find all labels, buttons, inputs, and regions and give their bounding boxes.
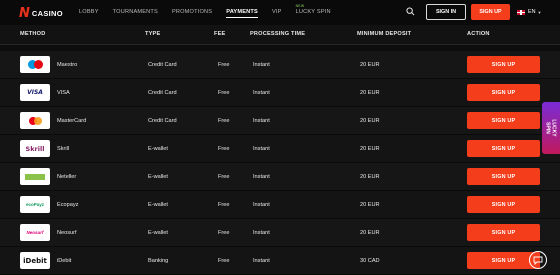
chat-icon — [533, 256, 543, 265]
nav-lucky-spin-label: LUCKY SPIN — [295, 9, 331, 15]
logo-text: CASINO — [31, 9, 63, 18]
promo-label: LUCKY SPIN — [544, 119, 557, 137]
method-type: E-wallet — [148, 174, 168, 180]
maestro-logo — [20, 56, 50, 73]
processing-time: Instant — [253, 62, 270, 68]
language-label: EN — [528, 9, 536, 15]
nav-lucky-spin[interactable]: NEW LUCKY SPIN — [295, 4, 331, 15]
table-row: Neosurf Neosurf E-wallet Free Instant 20… — [0, 219, 560, 247]
uk-flag-icon — [517, 9, 525, 15]
processing-time: Instant — [253, 118, 270, 124]
nav-tournaments[interactable]: TOURNAMENTS — [113, 9, 158, 15]
table-row: Maestro Credit Card Free Instant 20 EUR … — [0, 51, 560, 79]
method-type: E-wallet — [148, 202, 168, 208]
table-row: ecoPayz Ecopayz E-wallet Free Instant 20… — [0, 191, 560, 219]
table-row: iDebit iDebit Banking Free Instant 30 CA… — [0, 247, 560, 275]
processing-time: Instant — [253, 202, 270, 208]
row-sign-up-button[interactable]: SIGN UP — [467, 196, 540, 213]
table-row: VISA VISA Credit Card Free Instant 20 EU… — [0, 79, 560, 107]
minimum-deposit: 30 CAD — [360, 258, 380, 264]
method-fee: Free — [218, 62, 230, 68]
method-type: Credit Card — [148, 118, 177, 124]
row-sign-up-button[interactable]: SIGN UP — [467, 140, 540, 157]
logo-mark: N — [19, 6, 30, 21]
nav-lobby[interactable]: LOBBY — [79, 9, 99, 15]
chevron-down-icon: ▼ — [537, 9, 542, 15]
column-fee: FEE — [214, 31, 226, 37]
method-type: E-wallet — [148, 146, 168, 152]
method-name: Neosurf — [57, 230, 77, 236]
minimum-deposit: 20 EUR — [360, 202, 380, 208]
method-name: Neteller — [57, 174, 77, 180]
skrill-logo: Skrill — [20, 140, 50, 157]
neteller-logo — [20, 168, 50, 185]
processing-time: Instant — [253, 90, 270, 96]
sign-in-button[interactable]: SIGN IN — [426, 4, 466, 20]
nav-vip[interactable]: VIP — [272, 9, 282, 15]
minimum-deposit: 20 EUR — [360, 230, 380, 236]
method-type: Banking — [148, 258, 169, 264]
row-sign-up-button[interactable]: SIGN UP — [467, 112, 540, 129]
row-sign-up-button[interactable]: SIGN UP — [467, 56, 540, 73]
processing-time: Instant — [253, 258, 270, 264]
language-selector[interactable]: EN ▼ — [517, 9, 541, 15]
table-row: Neteller E-wallet Free Instant 20 EUR SI… — [0, 163, 560, 191]
chat-button[interactable] — [529, 251, 547, 269]
method-name: Skrill — [57, 146, 70, 152]
method-fee: Free — [218, 202, 230, 208]
nav-promotions[interactable]: PROMOTIONS — [172, 9, 212, 15]
method-fee: Free — [218, 118, 230, 124]
row-sign-up-button[interactable]: SIGN UP — [467, 224, 540, 241]
visa-logo: VISA — [20, 84, 50, 101]
method-fee: Free — [218, 90, 230, 96]
minimum-deposit: 20 EUR — [360, 118, 380, 124]
method-type: Credit Card — [148, 90, 177, 96]
processing-time: Instant — [253, 230, 270, 236]
method-fee: Free — [218, 146, 230, 152]
row-sign-up-button[interactable]: SIGN UP — [467, 168, 540, 185]
table-header: METHOD TYPE FEE PROCESSING TIME MINIMUM … — [0, 25, 560, 45]
search-icon[interactable] — [406, 7, 415, 16]
mastercard-logo — [20, 112, 50, 129]
main-nav: LOBBY TOURNAMENTS PROMOTIONS PAYMENTS VI… — [79, 4, 345, 18]
casino-logo[interactable]: N CASINO — [19, 6, 63, 21]
column-method: METHOD — [20, 31, 46, 37]
processing-time: Instant — [253, 146, 270, 152]
column-minimum-deposit: MINIMUM DEPOSIT — [357, 31, 412, 37]
method-name: Maestro — [57, 62, 78, 68]
method-name: iDebit — [57, 258, 72, 264]
method-name: Ecopayz — [57, 202, 79, 208]
minimum-deposit: 20 EUR — [360, 174, 380, 180]
method-type: Credit Card — [148, 62, 177, 68]
column-type: TYPE — [145, 31, 161, 37]
minimum-deposit: 20 EUR — [360, 90, 380, 96]
method-type: E-wallet — [148, 230, 168, 236]
table-row: MasterCard Credit Card Free Instant 20 E… — [0, 107, 560, 135]
method-fee: Free — [218, 230, 230, 236]
sign-up-button[interactable]: SIGN UP — [471, 4, 510, 20]
ecopayz-logo: ecoPayz — [20, 196, 50, 213]
minimum-deposit: 20 EUR — [360, 146, 380, 152]
minimum-deposit: 20 EUR — [360, 62, 380, 68]
method-name: VISA — [57, 90, 70, 96]
lucky-spin-promo-tab[interactable]: LUCKY SPIN — [542, 102, 560, 154]
idebit-logo: iDebit — [20, 252, 50, 269]
method-fee: Free — [218, 174, 230, 180]
table-row: Skrill Skrill E-wallet Free Instant 20 E… — [0, 135, 560, 163]
new-badge: NEW — [295, 4, 305, 8]
neosurf-logo: Neosurf — [20, 224, 50, 241]
column-processing-time: PROCESSING TIME — [250, 31, 306, 37]
row-sign-up-button[interactable]: SIGN UP — [467, 84, 540, 101]
nav-payments[interactable]: PAYMENTS — [226, 9, 258, 18]
top-navigation-bar: N CASINO LOBBY TOURNAMENTS PROMOTIONS PA… — [0, 0, 560, 25]
column-action: ACTION — [467, 31, 490, 37]
method-name: MasterCard — [57, 118, 87, 124]
method-fee: Free — [218, 258, 230, 264]
processing-time: Instant — [253, 174, 270, 180]
